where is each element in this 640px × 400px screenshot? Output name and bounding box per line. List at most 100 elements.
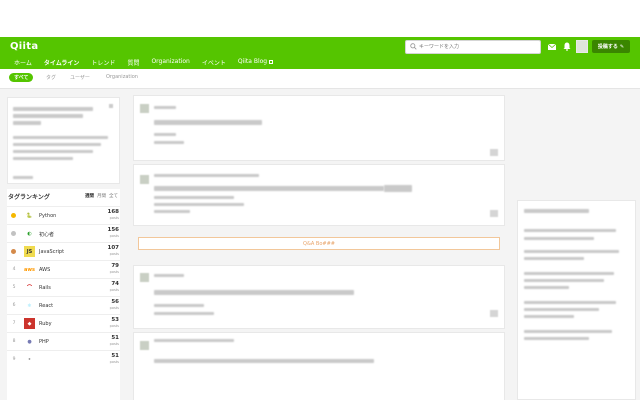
post-count-unit: posts	[109, 360, 119, 364]
header-bar: Qiita ホーム タイムライン トレンド 質問 Organization イベ…	[0, 37, 640, 70]
blurred-author	[154, 106, 176, 109]
blurred-tags	[154, 304, 204, 307]
post-count-value: 107	[107, 245, 119, 251]
page: Qiita ホーム タイムライン トレンド 質問 Organization イベ…	[0, 0, 640, 400]
post-count-unit: posts	[109, 234, 119, 238]
ruby-icon[interactable]: ◆	[24, 318, 35, 329]
ranking-list: 1🐍Python168posts2◐初心者156posts3JSJavaScri…	[7, 206, 120, 368]
blurred-meta	[154, 210, 190, 213]
search-box[interactable]	[405, 40, 541, 54]
feed-item[interactable]	[133, 332, 505, 400]
like-icon[interactable]	[490, 310, 498, 317]
tag-name[interactable]: 初心者	[39, 231, 54, 238]
blurred-text	[13, 136, 108, 139]
period-monthly[interactable]: 月間	[97, 193, 106, 199]
ranking-row[interactable]: 9 • 51 posts	[7, 350, 120, 368]
post-count-value: 53	[111, 317, 119, 323]
tag-name[interactable]: AWS	[39, 267, 50, 273]
post-count-unit: posts	[109, 252, 119, 256]
ranking-row[interactable]: 1 🐍 Python 168posts	[7, 206, 120, 224]
react-icon[interactable]: ⚛	[24, 300, 35, 311]
like-icon[interactable]	[490, 210, 498, 217]
tag-name[interactable]: Rails	[39, 285, 51, 291]
tab-tags[interactable]: タグ	[46, 74, 56, 81]
python-icon[interactable]: 🐍	[24, 210, 35, 221]
post-count-unit: posts	[109, 270, 119, 274]
rank-number: 5	[12, 285, 16, 290]
blurred-text	[13, 107, 93, 111]
ranking-row[interactable]: 6 ⚛ React 56 posts	[7, 296, 120, 314]
blurred-text	[524, 286, 569, 289]
blurred-author	[154, 174, 259, 177]
tag-post-count: 51 posts	[99, 353, 119, 364]
post-count-unit: posts	[109, 216, 119, 220]
blurred-text	[524, 209, 589, 213]
blurred-title	[154, 186, 384, 191]
author-avatar[interactable]	[140, 341, 149, 350]
feed-item[interactable]	[133, 95, 505, 161]
tab-organization[interactable]: Organization	[106, 74, 138, 80]
pencil-icon: ✎	[619, 43, 625, 50]
php-icon[interactable]: ●	[24, 336, 35, 347]
tab-all[interactable]: すべて	[9, 73, 34, 82]
post-count-unit: posts	[109, 288, 119, 292]
ranking-title: タグランキング	[8, 194, 50, 201]
tag-post-count: 56 posts	[99, 299, 119, 310]
rank-number: 3	[11, 249, 17, 254]
notification-bell-icon[interactable]	[563, 42, 571, 51]
post-count-value: 51	[111, 335, 119, 341]
aws-icon[interactable]: aws	[24, 264, 35, 275]
blurred-text	[524, 257, 584, 260]
close-icon[interactable]	[109, 104, 113, 108]
tag-name[interactable]: Ruby	[39, 321, 52, 327]
blurred-text	[13, 114, 83, 118]
post-button[interactable]: 投稿する ✎	[592, 40, 630, 53]
tag-post-count: 74 posts	[99, 281, 119, 292]
user-avatar[interactable]	[576, 40, 588, 53]
blurred-title	[154, 290, 354, 295]
ranking-row[interactable]: 2 ◐ 初心者 156posts	[7, 224, 120, 242]
mail-icon[interactable]	[548, 44, 556, 50]
author-avatar[interactable]	[140, 273, 149, 282]
tag-name[interactable]: JavaScript	[39, 249, 64, 255]
author-avatar[interactable]	[140, 104, 149, 113]
blurred-meta	[154, 141, 184, 144]
ranking-period-tabs: 週間 月間 全て	[85, 193, 118, 199]
search-input[interactable]	[419, 41, 539, 53]
blurred-tags	[154, 133, 176, 136]
ranking-row[interactable]: 5 ⌒ Rails 74 posts	[7, 278, 120, 296]
javascript-icon[interactable]: JS	[24, 246, 35, 257]
like-icon[interactable]	[490, 149, 498, 156]
ranking-row[interactable]: 7 ◆ Ruby 53 posts	[7, 314, 120, 332]
ranking-row[interactable]: 4 aws AWS 79 posts	[7, 260, 120, 278]
ranking-row[interactable]: 8 ● PHP 51 posts	[7, 332, 120, 350]
tag-name[interactable]: React	[39, 303, 53, 309]
rank-number: 8	[12, 339, 16, 344]
tag-post-count: 51 posts	[99, 335, 119, 346]
tab-users[interactable]: ユーザー	[70, 74, 90, 81]
author-avatar[interactable]	[140, 175, 149, 184]
rank-number: 6	[12, 303, 16, 308]
tag-post-count: 53 posts	[99, 317, 119, 328]
period-weekly[interactable]: 週間	[85, 193, 94, 199]
qiita-logo[interactable]: Qiita	[10, 41, 38, 52]
post-count-unit: posts	[109, 324, 119, 328]
blurred-text	[524, 330, 612, 333]
rank-number: 4	[12, 267, 16, 272]
rails-icon[interactable]: ⌒	[24, 282, 35, 293]
rank-number: 1	[11, 213, 17, 218]
tag-name[interactable]: PHP	[39, 339, 49, 345]
feed-item[interactable]	[133, 265, 505, 329]
qa-board-banner[interactable]: Q&A Bo###	[138, 237, 500, 250]
blurred-title	[154, 359, 374, 363]
post-count-value: 168	[107, 209, 119, 215]
tag-icon[interactable]: •	[24, 354, 35, 365]
tag-name[interactable]: Python	[39, 213, 56, 219]
post-count-value: 156	[107, 227, 119, 233]
beginner-icon[interactable]: ◐	[24, 228, 35, 239]
feed-item[interactable]	[133, 164, 505, 226]
period-all[interactable]: 全て	[109, 193, 118, 199]
blurred-text	[524, 250, 619, 253]
ranking-row[interactable]: 3 JS JavaScript 107posts	[7, 242, 120, 260]
post-count-value: 74	[111, 281, 119, 287]
